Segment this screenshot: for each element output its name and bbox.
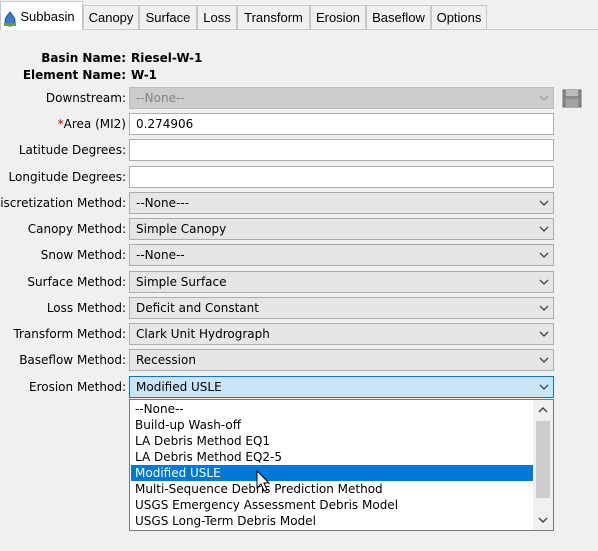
area-label-text: Area (MI2) [63,117,126,131]
scrollbar[interactable] [533,400,553,530]
downstream-select: --None-- [129,87,554,109]
loss-method-select[interactable]: Deficit and Constant [129,297,554,319]
chevron-down-icon [539,250,549,260]
canopy-method-select[interactable]: Simple Canopy [129,218,554,240]
list-item[interactable]: USGS Emergency Assessment Debris Model [131,497,533,513]
chevron-down-icon [539,224,549,234]
area-label: *Area (MI2) [58,113,126,135]
tab-loss[interactable]: Loss [197,5,237,29]
tab-subbasin[interactable]: Subbasin [0,1,83,30]
baseflow-method-label: Baseflow Method: [19,353,126,367]
mouse-cursor-icon [256,469,272,494]
baseflow-method-value: Recession [136,353,196,367]
transform-method-select[interactable]: Clark Unit Hydrograph [129,323,554,345]
chevron-down-icon [539,355,549,365]
erosion-method-label: Erosion Method: [29,380,126,394]
surface-method-select[interactable]: Simple Surface [129,271,554,293]
longitude-label: Longitude Degrees: [8,170,126,184]
list-item[interactable]: Build-up Wash-off [131,417,533,433]
downstream-label: Downstream: [45,91,126,105]
chevron-down-icon [539,198,549,208]
tab-label: Transform [244,10,303,25]
save-disk-icon [561,87,583,109]
tab-transform[interactable]: Transform [237,5,310,29]
tab-label: Loss [203,10,231,25]
erosion-method-select[interactable]: Modified USLE [129,376,554,398]
tab-bar: Subbasin Canopy Surface Loss Transform E… [0,0,598,30]
element-name-label: Element Name: [22,68,126,82]
chevron-down-icon [539,93,549,103]
chevron-down-icon [539,303,549,313]
surface-method-label: Surface Method: [27,275,126,289]
scroll-down-icon[interactable] [533,510,553,530]
tab-surface[interactable]: Surface [139,5,197,29]
tab-bar-divider [0,29,598,30]
tab-label: Surface [145,10,191,25]
list-item[interactable]: --None-- [131,401,533,417]
tab-label: Subbasin [20,9,75,24]
area-input[interactable]: 0.274906 [129,113,554,135]
chevron-down-icon [539,329,549,339]
discretization-value: --None--- [136,196,189,210]
scroll-up-icon[interactable] [533,400,553,420]
scrollbar-thumb[interactable] [536,421,550,498]
snow-method-value: --None-- [136,248,185,262]
list-item-selected[interactable]: Modified USLE [131,465,533,481]
list-item[interactable]: LA Debris Method EQ1 [131,433,533,449]
snow-method-label: Snow Method: [40,248,126,262]
erosion-method-value: Modified USLE [136,380,222,394]
tab-canopy[interactable]: Canopy [83,5,139,29]
transform-method-label: Transform Method: [13,327,126,341]
tab-label: Baseflow [372,10,425,25]
canopy-method-value: Simple Canopy [136,222,227,236]
element-name-value: W-1 [131,68,158,82]
loss-method-label: Loss Method: [46,301,126,315]
baseflow-method-select[interactable]: Recession [129,349,554,371]
chevron-down-icon [539,382,549,392]
latitude-label: Latitude Degrees: [18,143,126,157]
latitude-input[interactable] [129,139,554,161]
tab-options[interactable]: Options [431,5,487,29]
canopy-method-label: Canopy Method: [27,222,126,236]
transform-method-value: Clark Unit Hydrograph [136,327,270,341]
tab-label: Canopy [88,10,134,25]
tab-baseflow[interactable]: Baseflow [366,5,431,29]
list-item[interactable]: Multi-Sequence Debris Prediction Method [131,481,533,497]
tab-label: Options [436,10,482,25]
longitude-input[interactable] [129,166,554,188]
tab-erosion[interactable]: Erosion [310,5,366,29]
discretization-label: Discretization Method: [0,196,126,210]
loss-method-value: Deficit and Constant [136,301,259,315]
discretization-select[interactable]: --None--- [129,192,554,214]
surface-method-value: Simple Surface [136,275,227,289]
basin-name-label: Basin Name: [41,51,126,65]
list-item[interactable]: USGS Long-Term Debris Model [131,513,533,529]
erosion-dropdown-list[interactable]: --None-- Build-up Wash-off LA Debris Met… [129,399,554,531]
tab-label: Erosion [315,10,361,25]
basin-name-value: Riesel-W-1 [131,51,203,65]
downstream-value: --None-- [136,91,185,105]
chevron-down-icon [539,277,549,287]
area-value: 0.274906 [136,117,194,131]
subbasin-icon [3,8,17,27]
snow-method-select[interactable]: --None-- [129,244,554,266]
list-item[interactable]: LA Debris Method EQ2-5 [131,449,533,465]
